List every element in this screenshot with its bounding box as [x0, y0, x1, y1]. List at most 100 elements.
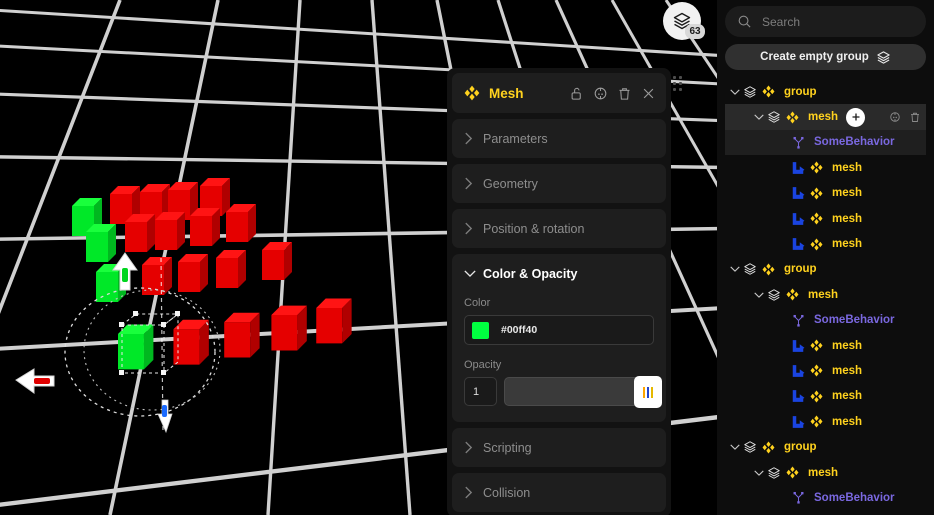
section-label: Geometry — [483, 176, 538, 191]
mesh-diamond-icon — [783, 111, 801, 124]
focus-target-icon[interactable] — [593, 86, 608, 101]
mesh-diamond-icon — [807, 390, 825, 403]
section-position-rotation[interactable]: Position & rotation — [452, 209, 666, 248]
layers-icon — [877, 50, 890, 64]
tree-row-group[interactable]: group — [725, 434, 926, 459]
layers-icon — [768, 111, 780, 123]
tree-node-label: mesh — [832, 415, 863, 428]
tree-node-label: mesh — [832, 187, 863, 200]
opacity-slider-thumb[interactable] — [634, 376, 662, 408]
tree-row-mesh[interactable]: mesh — [725, 384, 926, 409]
trash-icon[interactable] — [909, 111, 921, 123]
section-parameters[interactable]: Parameters — [452, 119, 666, 158]
tree-row-mesh[interactable]: mesh — [725, 409, 926, 434]
panel-drag-handle[interactable] — [673, 76, 685, 96]
chevron-down-icon[interactable] — [729, 87, 740, 97]
mesh-diamond-icon — [807, 238, 825, 251]
opacity-value-input[interactable]: 1 — [464, 377, 497, 406]
tree-row-mesh[interactable]: mesh — [725, 282, 926, 307]
tree-node-icon — [789, 491, 807, 505]
tree-disclosure-toggle[interactable] — [752, 468, 765, 478]
tree-row-mesh[interactable]: mesh — [725, 181, 926, 206]
section-label: Color & Opacity — [483, 266, 578, 281]
chevron-right-icon — [464, 486, 478, 499]
tree-row-mesh[interactable]: mesh — [725, 231, 926, 256]
section-label: Parameters — [483, 131, 548, 146]
scene-tree-sidebar[interactable]: Search Create empty group group mesh SomeB… — [717, 0, 934, 515]
tree-disclosure-toggle[interactable] — [728, 442, 741, 452]
create-group-label: Create empty group — [760, 51, 869, 63]
tree-row-mesh[interactable]: mesh — [725, 104, 926, 130]
tree-row-group[interactable]: group — [725, 257, 926, 282]
color-swatch[interactable] — [472, 321, 489, 339]
tree-row-actions[interactable] — [889, 104, 921, 129]
color-input[interactable]: #00ff40 — [464, 315, 654, 345]
scene-tree[interactable]: group mesh SomeBehavior mesh mesh mesh mesh gro… — [725, 79, 926, 515]
section-label: Position & rotation — [483, 221, 585, 236]
section-color-opacity[interactable]: Color & Opacity Color #00ff40 Opacity 1 — [452, 254, 666, 422]
behavior-icon — [793, 492, 803, 505]
link-corner-icon — [792, 339, 805, 352]
tree-node-icon — [789, 186, 807, 200]
tree-row-mesh[interactable]: mesh — [725, 511, 926, 515]
tree-row-behavior[interactable]: SomeBehavior — [725, 129, 926, 156]
chevron-down-icon[interactable] — [753, 468, 764, 478]
chevron-down-icon[interactable] — [729, 264, 740, 274]
chevron-down-icon[interactable] — [729, 442, 740, 452]
opacity-slider[interactable] — [504, 376, 662, 408]
close-icon[interactable] — [641, 86, 656, 101]
section-geometry[interactable]: Geometry — [452, 164, 666, 203]
inspector-header: Mesh — [452, 73, 666, 113]
focus-target-icon[interactable] — [889, 111, 901, 123]
mesh-diamond-icon — [786, 111, 798, 124]
chevron-down-icon[interactable] — [753, 290, 764, 300]
chevron-right-icon — [464, 222, 478, 235]
mesh-diamond-icon — [759, 441, 777, 454]
chevron-right-icon — [464, 441, 478, 454]
tree-row-behavior[interactable]: SomeBehavior — [725, 485, 926, 510]
tree-node-label: SomeBehavior — [814, 491, 895, 504]
search-input[interactable]: Search — [725, 6, 926, 37]
tree-disclosure-toggle[interactable] — [728, 87, 741, 97]
tree-disclosure-toggle[interactable] — [752, 112, 765, 122]
add-child-button[interactable] — [846, 107, 866, 127]
mesh-diamond-icon — [807, 364, 825, 377]
section-label: Scripting — [483, 440, 532, 455]
mesh-diamond-icon — [759, 85, 777, 98]
tree-node-icon — [789, 161, 807, 175]
editor-window: 63 Mesh Parameters Geometry Position & r… — [0, 0, 934, 515]
tree-disclosure-toggle[interactable] — [752, 290, 765, 300]
opacity-label: Opacity — [464, 359, 502, 371]
mesh-diamond-icon — [786, 466, 798, 479]
trash-icon[interactable] — [617, 86, 632, 101]
link-corner-icon — [792, 162, 805, 174]
unlock-icon[interactable] — [569, 86, 584, 101]
mesh-diamond-icon — [810, 161, 822, 174]
tree-row-mesh[interactable]: mesh — [725, 333, 926, 358]
tree-row-mesh[interactable]: mesh — [725, 460, 926, 485]
tree-node-icon — [789, 415, 807, 429]
inspector-title: Mesh — [489, 85, 524, 101]
chevron-down-icon[interactable] — [753, 112, 764, 122]
mesh-diamond-icon — [783, 288, 801, 301]
tree-row-behavior[interactable]: SomeBehavior — [725, 308, 926, 333]
mesh-diamond-icon — [810, 238, 822, 250]
mesh-diamond-icon — [810, 212, 822, 225]
inspector-panel[interactable]: Mesh Parameters Geometry Position & rota… — [447, 68, 682, 515]
tree-node-icon — [765, 466, 783, 480]
section-collision[interactable]: Collision — [452, 473, 666, 512]
tree-node-icon — [765, 288, 783, 302]
tree-row-mesh[interactable]: mesh — [725, 358, 926, 383]
tree-row-group[interactable]: group — [725, 79, 926, 104]
tree-row-mesh[interactable]: mesh — [725, 206, 926, 231]
tree-node-label: mesh — [832, 212, 863, 225]
layers-icon — [744, 263, 756, 276]
tree-row-mesh[interactable]: mesh — [725, 155, 926, 180]
tree-node-icon — [789, 364, 807, 378]
tree-disclosure-toggle[interactable] — [728, 264, 741, 274]
create-empty-group-button[interactable]: Create empty group — [725, 44, 926, 70]
section-scripting[interactable]: Scripting — [452, 428, 666, 467]
tree-node-icon — [789, 136, 807, 149]
tree-node-label: mesh — [808, 288, 839, 301]
tree-node-label: mesh — [832, 339, 863, 352]
